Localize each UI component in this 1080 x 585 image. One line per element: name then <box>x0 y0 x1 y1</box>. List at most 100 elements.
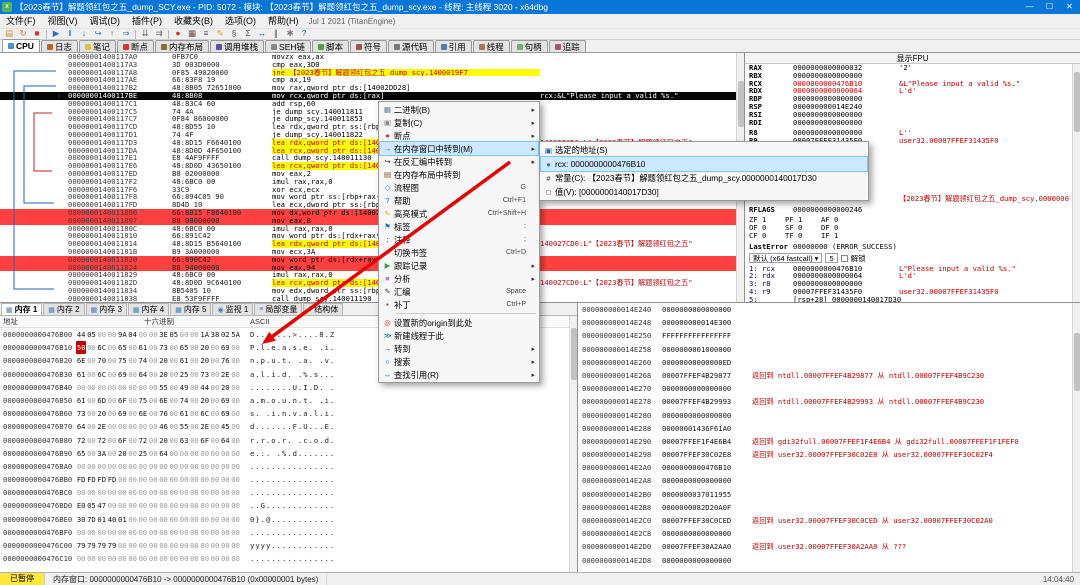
context-menu-item[interactable]: ★ 切换书签 Ctrl+D <box>380 246 538 259</box>
step-into-icon[interactable]: ↓ <box>77 28 91 40</box>
stack-row[interactable]: 000000000014E2D8 0000000000000000 <box>578 554 1072 567</box>
dump-row[interactable]: 0000000000476B70 64 00 2E 00 00 00 00 00 46 00 55 00… <box>0 420 577 433</box>
tab-日志[interactable]: 日志 <box>40 40 78 52</box>
register-row[interactable]: RBX 0000000000000000 <box>749 72 1070 80</box>
context-menu-item[interactable]: ? 帮助 Ctrl+F1 <box>380 194 538 207</box>
dump-row[interactable]: 0000000000476BB0 FD FD FD FD 00 00 00 00 00 00 00 00… <box>0 473 577 486</box>
run-to-user-code-icon[interactable]: ⇒ <box>119 28 133 40</box>
script-icon[interactable]: § <box>227 28 241 40</box>
dump-row[interactable]: 0000000000476C00 79 79 79 79 00 00 00 00 00 00 00 00… <box>0 539 577 552</box>
register-row[interactable]: RDI 0000000000000000 <box>749 119 1070 127</box>
stack-row[interactable]: 000000000014E2B0 0000000037011955 <box>578 488 1072 501</box>
menubar-item[interactable]: 帮助(H) <box>262 14 305 28</box>
log-icon[interactable]: ≡ <box>199 28 213 40</box>
pause-icon[interactable]: ‖ <box>63 28 77 40</box>
stack-row[interactable]: 000000000014E260 00000000000000ED <box>578 356 1072 369</box>
submenu-item[interactable]: ● rcx: 0000000000476B10 <box>540 156 868 172</box>
menubar-item[interactable]: 收藏夹(B) <box>168 14 219 28</box>
context-menu-item[interactable]: ✎ 高亮模式 Ctrl+Shift+H <box>380 207 538 220</box>
scrollbar-thumb[interactable] <box>738 81 744 127</box>
dump-row[interactable]: 0000000000476B90 65 00 3A 00 20 00 25 00 64 00 00 00… <box>0 447 577 460</box>
menubar-item[interactable]: 调试(D) <box>84 14 127 28</box>
register-row[interactable]: R8 0000000000000000 L'' <box>749 129 1070 137</box>
stack-row[interactable]: 000000000014E2A0 0000000000476B10 <box>578 461 1072 474</box>
notes-icon[interactable]: ✎ <box>213 28 227 40</box>
dump-tab-局部变量[interactable]: ≡ 局部变量 <box>254 303 303 315</box>
tab-句柄[interactable]: 句柄 <box>510 40 548 52</box>
register-row[interactable]: RAX 0000000000000032 '2' <box>749 64 1070 72</box>
tab-笔记[interactable]: 笔记 <box>78 40 116 52</box>
fastcall-arg-row[interactable]: 5: [rsp+28] 0000000140017D30 <box>749 296 1070 302</box>
arg-count-spinner[interactable]: 5 <box>825 253 838 264</box>
context-menu-item[interactable]: ▦ 二进制(B) ▸ <box>380 103 538 116</box>
threads-icon[interactable]: ∥ <box>269 28 283 40</box>
context-menu-item[interactable]: ; 注释; <box>380 233 538 246</box>
dump-row[interactable]: 0000000000476BC0 00 00 00 00 00 00 00 00 00 00 00 00… <box>0 486 577 499</box>
tab-SEH链[interactable]: SEH链 <box>265 40 312 52</box>
dump-row[interactable]: 0000000000476BA0 00 00 00 00 00 00 00 00 00 00 00 00… <box>0 460 577 473</box>
fpu-toggle-button[interactable]: 显示FPU <box>745 53 1080 64</box>
stack-row[interactable]: 000000000014E288 00000001436F61A0 <box>578 422 1072 435</box>
step-over-icon[interactable]: ↪ <box>91 28 105 40</box>
stack-row[interactable]: 000000000014E290 00007FFEF1F4E6B4 返回到 gdi3… <box>578 435 1072 448</box>
step-out-icon[interactable]: ↑ <box>105 28 119 40</box>
submenu-item[interactable]: ▣ 选定的地址(S) <box>541 143 867 157</box>
help-icon[interactable]: ? <box>297 28 311 40</box>
stack-row[interactable]: 000000000014E258 0000000001000000 <box>578 343 1072 356</box>
dump-tab-内存 5[interactable]: ▦ 内存 5 <box>170 303 212 315</box>
unlock-checkbox[interactable] <box>840 254 848 262</box>
tab-CPU[interactable]: CPU <box>2 39 40 52</box>
dump-tab-内存 2[interactable]: ▦ 内存 2 <box>43 303 85 315</box>
stack-row[interactable]: 000000000014E268 00007FFEF4B29877 返回到 ntdl… <box>578 369 1072 382</box>
dump-tab-监视 1[interactable]: ◉ 监视 1 <box>212 303 254 315</box>
menubar-item[interactable]: 文件(F) <box>0 14 42 28</box>
fastcall-arg-row[interactable]: 4: r9 00007FFEF31435F0 user32.00007FFEF314… <box>749 288 1070 296</box>
dump-row[interactable]: 0000000000476B80 72 00 72 00 6F 00 72 00 20 00 63 00… <box>0 434 577 447</box>
register-row[interactable]: RBP 0000000000000000 <box>749 95 1070 103</box>
dump-tab-结构体[interactable]: # 结构体 <box>303 303 344 315</box>
close-button[interactable]: ✕ <box>1061 0 1078 14</box>
context-menu-item[interactable]: ↪ 在反汇编中转到 ▸ <box>380 155 538 168</box>
references-icon[interactable]: ↔ <box>255 28 269 40</box>
symbols-icon[interactable]: Σ <box>241 28 255 40</box>
register-row[interactable]: RSP 000000000014E240 <box>749 103 1070 111</box>
register-row[interactable]: RFLAGS 0000000000000246 <box>749 206 1070 214</box>
fastcall-arg-row[interactable]: 2: rdx 0000000000000064 L'd' <box>749 272 1070 280</box>
stack-row[interactable]: 000000000014E240 0000000000000000 <box>578 303 1072 316</box>
dump-row[interactable]: 0000000000476B50 61 00 6D 00 6F 00 75 00 6E 00 74 00… <box>0 394 577 407</box>
memory-map-icon[interactable]: ▦ <box>185 28 199 40</box>
scrollbar-thumb[interactable] <box>571 328 577 380</box>
dump-row[interactable]: 0000000000476BF0 00 00 00 00 00 00 00 00 00 00 00 00… <box>0 526 577 539</box>
context-menu-item[interactable]: ◇ 流程图 G <box>380 181 538 194</box>
menubar-item[interactable]: 插件(P) <box>126 14 168 28</box>
context-menu-item[interactable]: ⚑ 标签: <box>380 220 538 233</box>
tab-脚本[interactable]: 脚本 <box>312 40 350 52</box>
context-menu-item[interactable]: → 转到 ▸ <box>380 342 538 355</box>
run-icon[interactable]: ▶ <box>49 28 63 40</box>
dump-row[interactable]: 0000000000476B60 73 00 20 00 69 00 6E 00 76 00 61 00… <box>0 407 577 420</box>
stack-row[interactable]: 000000000014E278 00007FFEF4B29993 返回到 ntdl… <box>578 395 1072 408</box>
dump-row[interactable]: 0000000000476BE0 30 7D 01 40 01 00 00 00 00 00 00 00… <box>0 513 577 526</box>
dump-tab-内存 3[interactable]: ▦ 内存 3 <box>85 303 127 315</box>
context-menu-item[interactable]: ▶ 跟踪记录 ▸ <box>380 259 538 272</box>
settings-icon[interactable]: ✱ <box>283 28 297 40</box>
stack-row[interactable]: 000000000014E250 FFFFFFFFFFFFFFFF <box>578 329 1072 342</box>
tab-源代码[interactable]: 源代码 <box>388 40 434 52</box>
context-menu-item[interactable]: ◎ 设置新的origin到此处 <box>380 316 538 329</box>
stack-row[interactable]: 000000000014E270 0000000000000000 <box>578 382 1072 395</box>
register-row[interactable]: RDX 0000000000000064 L'd' <box>749 87 1070 95</box>
register-row[interactable]: RCX 0000000000476B10 &L"Please input a val… <box>749 80 1070 88</box>
minimize-button[interactable]: — <box>1021 0 1038 14</box>
tab-符号[interactable]: 符号 <box>350 40 388 52</box>
tab-断点[interactable]: 断点 <box>116 40 154 52</box>
dump-tab-内存 1[interactable]: ▦ 内存 1 <box>1 303 43 315</box>
disasm-row[interactable]: 0000000140011838 E8 53F9FFFF call dump_scy… <box>0 294 736 302</box>
trace-into-icon[interactable]: ⇊ <box>138 28 152 40</box>
dump-row[interactable]: 0000000000476C10 00 00 00 00 00 00 00 00 00 00 00 00… <box>0 552 577 565</box>
stack-row[interactable]: 000000000014E2B8 0000000082D20A0F <box>578 501 1072 514</box>
registers-scrollbar[interactable] <box>1072 64 1080 302</box>
context-menu-item[interactable]: ▤ 在内存布局中转到 <box>380 168 538 181</box>
calling-convention-select[interactable]: 默认 (x64 fastcall) ▾ <box>749 253 823 264</box>
submenu-item[interactable]: # 常量(C): 【2023春节】解题领红包之五_dump_scy.0000000… <box>541 171 867 185</box>
tab-引用[interactable]: 引用 <box>434 40 472 52</box>
